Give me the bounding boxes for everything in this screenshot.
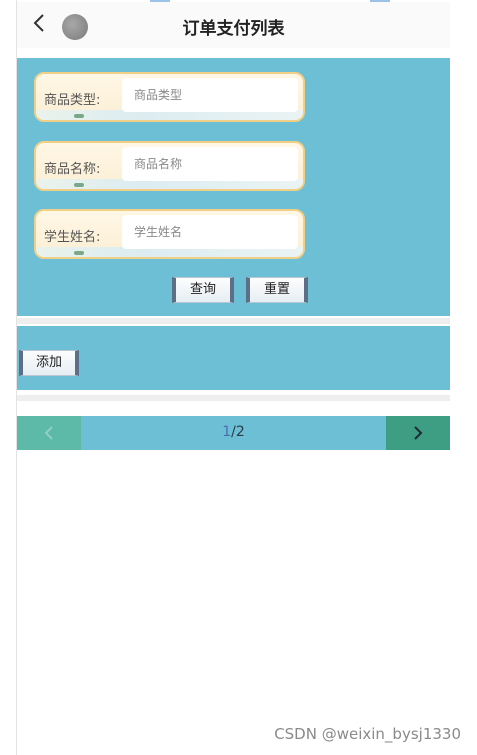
- watermark: CSDN @weixin_bysj1330: [274, 725, 461, 743]
- add-button[interactable]: 添加: [19, 350, 79, 376]
- product-name-field: 商品名称:: [34, 141, 305, 191]
- product-type-input[interactable]: [122, 78, 298, 112]
- total-pages: 2: [235, 424, 245, 440]
- product-name-label: 商品名称:: [44, 162, 101, 177]
- divider: [17, 318, 450, 324]
- search-panel: 商品类型: 商品名称: 学生姓名: 查询 重置: [17, 58, 450, 316]
- page: 订单支付列表 商品类型: 商品名称: 学生姓名: 查询 重置 添加: [0, 0, 477, 755]
- reset-button[interactable]: 重置: [246, 277, 308, 303]
- student-name-field: 学生姓名:: [34, 209, 305, 259]
- pagination: 1/2: [17, 416, 450, 450]
- product-type-field: 商品类型:: [34, 72, 305, 122]
- field-decoration: [74, 251, 84, 255]
- query-button[interactable]: 查询: [172, 277, 234, 303]
- product-name-input[interactable]: [122, 147, 298, 181]
- prev-page-button[interactable]: [17, 416, 81, 450]
- next-page-button[interactable]: [386, 416, 450, 450]
- student-name-input[interactable]: [122, 215, 298, 249]
- chevron-left-icon: [44, 426, 53, 440]
- product-type-label: 商品类型:: [44, 93, 101, 108]
- chevron-right-icon: [414, 426, 423, 440]
- page-title: 订单支付列表: [182, 19, 285, 39]
- student-name-label: 学生姓名:: [44, 230, 101, 245]
- action-panel: 添加: [17, 326, 450, 390]
- divider: [17, 395, 450, 401]
- page-indicator: 1/2: [81, 424, 386, 440]
- current-page: 1: [222, 424, 232, 440]
- app-header: 订单支付列表: [17, 2, 450, 48]
- field-decoration: [74, 114, 84, 118]
- field-decoration: [74, 183, 84, 187]
